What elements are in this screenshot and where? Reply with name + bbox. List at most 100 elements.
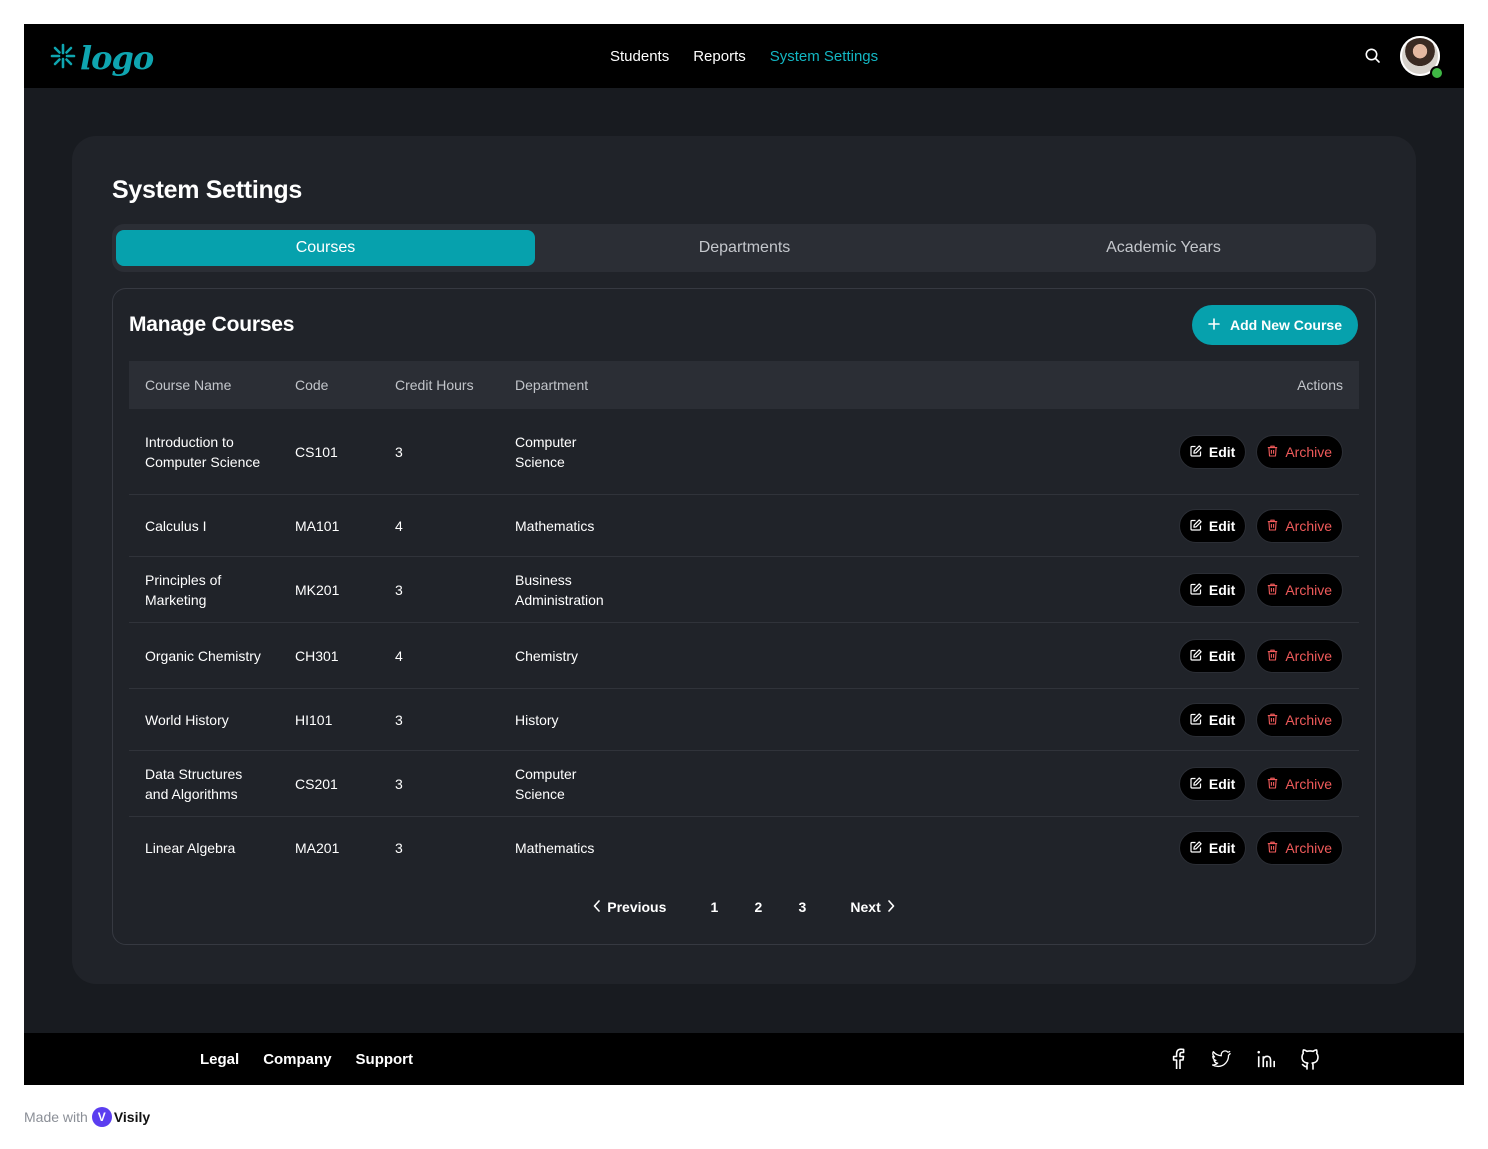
column-header-course-name[interactable]: Course Name — [145, 361, 231, 409]
made-with-label: Made with — [24, 1109, 88, 1125]
column-header-department[interactable]: Department — [515, 361, 588, 409]
credit-hours-cell: 3 — [395, 581, 403, 598]
edit-label: Edit — [1208, 711, 1236, 728]
archive-button[interactable]: Archive — [1256, 702, 1343, 737]
footer-link-support[interactable]: Support — [356, 1051, 414, 1068]
chevron-left-icon — [593, 899, 601, 915]
facebook-icon[interactable] — [1168, 1047, 1188, 1071]
row-actions: Edit Archive — [1178, 689, 1343, 750]
credit-hours-cell: 3 — [395, 839, 403, 856]
archive-label: Archive — [1285, 647, 1332, 664]
archive-button[interactable]: Archive — [1256, 508, 1343, 543]
course-name-cell: World History — [145, 711, 229, 728]
search-icon[interactable] — [1364, 47, 1382, 65]
edit-icon — [1190, 518, 1202, 534]
edit-button[interactable]: Edit — [1178, 572, 1247, 607]
table-row: Linear Algebra MA201 3 Mathematics Edit Archi… — [129, 817, 1359, 878]
top-nav-bar: logo Students Reports System Settings — [24, 24, 1464, 88]
edit-button[interactable]: Edit — [1178, 766, 1247, 801]
tab-departments[interactable]: Departments — [535, 230, 954, 266]
footer-link-legal[interactable]: Legal — [200, 1051, 239, 1068]
logo-asterisk-icon — [50, 43, 76, 74]
plus-icon — [1208, 317, 1220, 333]
edit-label: Edit — [1208, 443, 1236, 460]
previous-page-button[interactable]: Previous — [585, 899, 674, 915]
edit-button[interactable]: Edit — [1178, 702, 1247, 737]
archive-button[interactable]: Archive — [1256, 766, 1343, 801]
nav-students[interactable]: Students — [610, 48, 669, 65]
archive-label: Archive — [1285, 517, 1332, 534]
edit-button[interactable]: Edit — [1178, 508, 1247, 543]
tab-academic-years[interactable]: Academic Years — [954, 230, 1373, 266]
next-page-button[interactable]: Next — [842, 899, 902, 915]
settings-card: System Settings Courses Departments Acad… — [72, 136, 1416, 984]
page-3-button[interactable]: 3 — [788, 899, 816, 915]
edit-label: Edit — [1208, 647, 1236, 664]
edit-icon — [1190, 648, 1202, 664]
archive-button[interactable]: Archive — [1256, 434, 1343, 469]
course-code-cell: CS101 — [295, 443, 338, 460]
app-frame: logo Students Reports System Settings Sy… — [24, 24, 1464, 1085]
github-icon[interactable] — [1300, 1047, 1320, 1071]
linkedin-icon[interactable] — [1256, 1047, 1276, 1071]
course-code-cell: CS201 — [295, 775, 338, 792]
credit-hours-cell: 4 — [395, 517, 403, 534]
credit-hours-cell: 3 — [395, 443, 403, 460]
table-row: World History HI101 3 History Edit Archive — [129, 689, 1359, 751]
column-header-credit-hours[interactable]: Credit Hours — [395, 361, 474, 409]
edit-button[interactable]: Edit — [1178, 638, 1247, 673]
edit-label: Edit — [1208, 581, 1236, 598]
department-cell: Business Administration — [515, 571, 604, 608]
footer-link-company[interactable]: Company — [263, 1051, 331, 1068]
archive-button[interactable]: Archive — [1256, 830, 1343, 865]
next-label: Next — [850, 899, 881, 915]
archive-button[interactable]: Archive — [1256, 638, 1343, 673]
logo[interactable]: logo — [50, 38, 154, 78]
edit-icon — [1190, 840, 1202, 856]
row-actions: Edit Archive — [1178, 557, 1343, 622]
credit-hours-cell: 3 — [395, 775, 403, 792]
edit-button[interactable]: Edit — [1178, 830, 1247, 865]
page-title: System Settings — [112, 176, 303, 204]
course-name-cell: Organic Chemistry — [145, 647, 261, 664]
tab-courses[interactable]: Courses — [116, 230, 535, 266]
online-status-indicator — [1430, 66, 1444, 80]
chevron-right-icon — [887, 899, 895, 915]
table-header: Course Name Code Credit Hours Department… — [129, 361, 1359, 409]
archive-button[interactable]: Archive — [1256, 572, 1343, 607]
column-header-code[interactable]: Code — [295, 361, 328, 409]
table-row: Principles of Marketing MK201 3 Business Ad… — [129, 557, 1359, 623]
edit-button[interactable]: Edit — [1178, 434, 1247, 469]
made-with-badge[interactable]: Made with V Visily — [24, 1107, 150, 1127]
nav-reports[interactable]: Reports — [693, 48, 746, 65]
row-actions: Edit Archive — [1178, 495, 1343, 556]
trash-icon — [1267, 776, 1278, 792]
previous-label: Previous — [607, 899, 667, 915]
row-actions: Edit Archive — [1178, 751, 1343, 816]
courses-table: Course Name Code Credit Hours Department… — [129, 361, 1359, 878]
row-actions: Edit Archive — [1178, 623, 1343, 688]
table-row: Organic Chemistry CH301 4 Chemistry Edit Arch… — [129, 623, 1359, 689]
edit-label: Edit — [1208, 775, 1236, 792]
page-1-button[interactable]: 1 — [700, 899, 728, 915]
edit-icon — [1190, 712, 1202, 728]
edit-icon — [1190, 776, 1202, 792]
row-actions: Edit Archive — [1178, 409, 1343, 494]
table-body: Introduction to Computer Science CS101 3 Co… — [129, 409, 1359, 878]
course-name-cell: Data Structures and Algorithms — [145, 765, 243, 802]
trash-icon — [1267, 582, 1278, 598]
section-title: Manage Courses — [129, 313, 295, 336]
nav-system-settings[interactable]: System Settings — [770, 48, 878, 65]
pagination: Previous 1 2 3 Next — [113, 893, 1375, 921]
edit-icon — [1190, 444, 1202, 460]
course-name-cell: Linear Algebra — [145, 839, 236, 856]
trash-icon — [1267, 444, 1278, 460]
trash-icon — [1267, 518, 1278, 534]
edit-label: Edit — [1208, 517, 1236, 534]
add-new-course-button[interactable]: Add New Course — [1192, 305, 1358, 345]
course-name-cell: Calculus I — [145, 517, 207, 534]
page-2-button[interactable]: 2 — [744, 899, 772, 915]
main-navigation: Students Reports System Settings — [610, 24, 878, 88]
archive-label: Archive — [1285, 839, 1332, 856]
twitter-icon[interactable] — [1212, 1047, 1232, 1071]
